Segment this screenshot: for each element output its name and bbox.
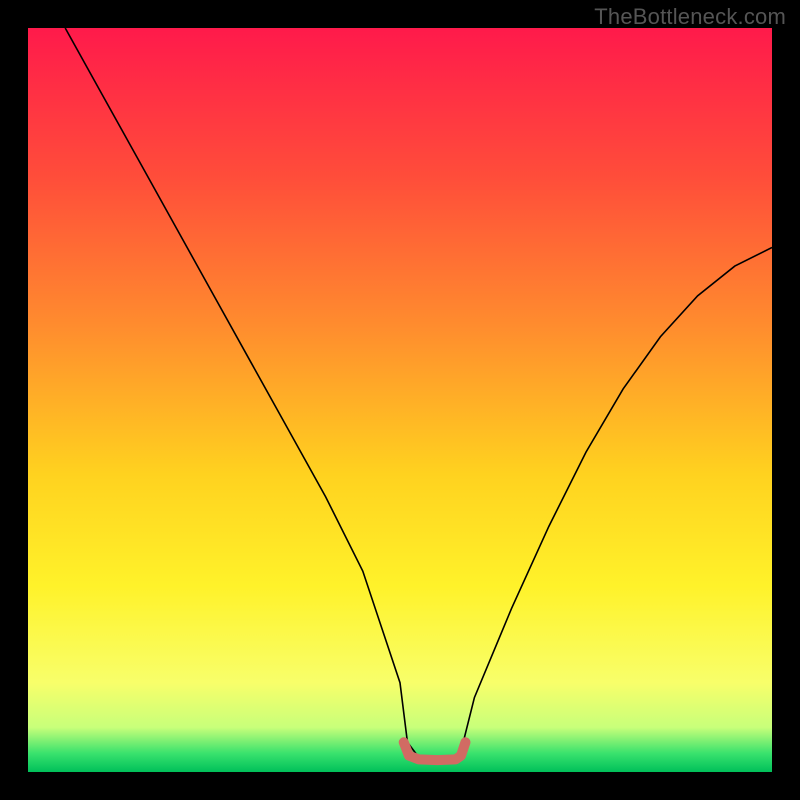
plot-area	[28, 28, 772, 772]
chart-frame: TheBottleneck.com	[0, 0, 800, 800]
watermark-text: TheBottleneck.com	[594, 4, 786, 30]
gradient-background	[28, 28, 772, 772]
chart-svg	[28, 28, 772, 772]
